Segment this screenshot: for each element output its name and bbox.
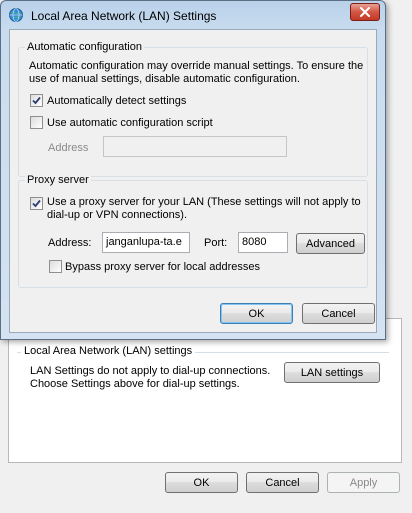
lan-settings-dialog: Local Area Network (LAN) Settings Automa…	[0, 0, 386, 340]
proxy-port-label: Port:	[204, 237, 228, 249]
use-proxy-label[interactable]: Use a proxy server for your LAN (These s…	[47, 196, 367, 222]
apply-button[interactable]: Apply	[327, 472, 400, 493]
ok-button[interactable]: OK	[220, 303, 293, 324]
network-globe-icon	[9, 8, 23, 22]
lan-settings-description: LAN Settings do not apply to dial-up con…	[30, 365, 271, 390]
close-button[interactable]	[350, 3, 380, 21]
lan-settings-button[interactable]: LAN settings	[284, 362, 380, 383]
automatic-configuration-title: Automatic configuration	[25, 40, 144, 54]
title-bar[interactable]: Local Area Network (LAN) Settings	[1, 1, 385, 29]
dialog-title: Local Area Network (LAN) Settings	[31, 9, 217, 23]
dialog-client-area: Automatic configuration Automatic config…	[9, 29, 377, 333]
bg-ok-button[interactable]: OK	[165, 472, 238, 493]
script-address-input[interactable]	[103, 136, 287, 157]
bypass-local-checkbox[interactable]	[49, 260, 62, 273]
script-address-label: Address	[48, 142, 89, 154]
cancel-button[interactable]: Cancel	[302, 303, 375, 324]
lan-group-title: Local Area Network (LAN) settings	[21, 345, 196, 357]
auto-detect-checkbox[interactable]	[30, 94, 43, 107]
use-proxy-checkbox[interactable]	[30, 197, 43, 210]
bypass-local-label[interactable]: Bypass proxy server for local addresses	[65, 261, 260, 274]
proxy-server-title: Proxy server	[25, 173, 91, 187]
use-script-label[interactable]: Use automatic configuration script	[47, 117, 213, 130]
use-script-checkbox[interactable]	[30, 116, 43, 129]
automatic-configuration-description: Automatic configuration may override man…	[29, 60, 364, 85]
proxy-port-input[interactable]: 8080	[238, 232, 288, 253]
checkmark-icon	[32, 199, 41, 208]
bg-cancel-button[interactable]: Cancel	[246, 472, 319, 493]
proxy-address-label: Address:	[48, 237, 92, 249]
auto-detect-label[interactable]: Automatically detect settings	[47, 95, 186, 108]
advanced-button[interactable]: Advanced	[296, 233, 365, 254]
close-icon	[360, 7, 370, 17]
proxy-address-input[interactable]: janganlupa-ta.e	[102, 232, 190, 253]
checkmark-icon	[32, 96, 41, 105]
